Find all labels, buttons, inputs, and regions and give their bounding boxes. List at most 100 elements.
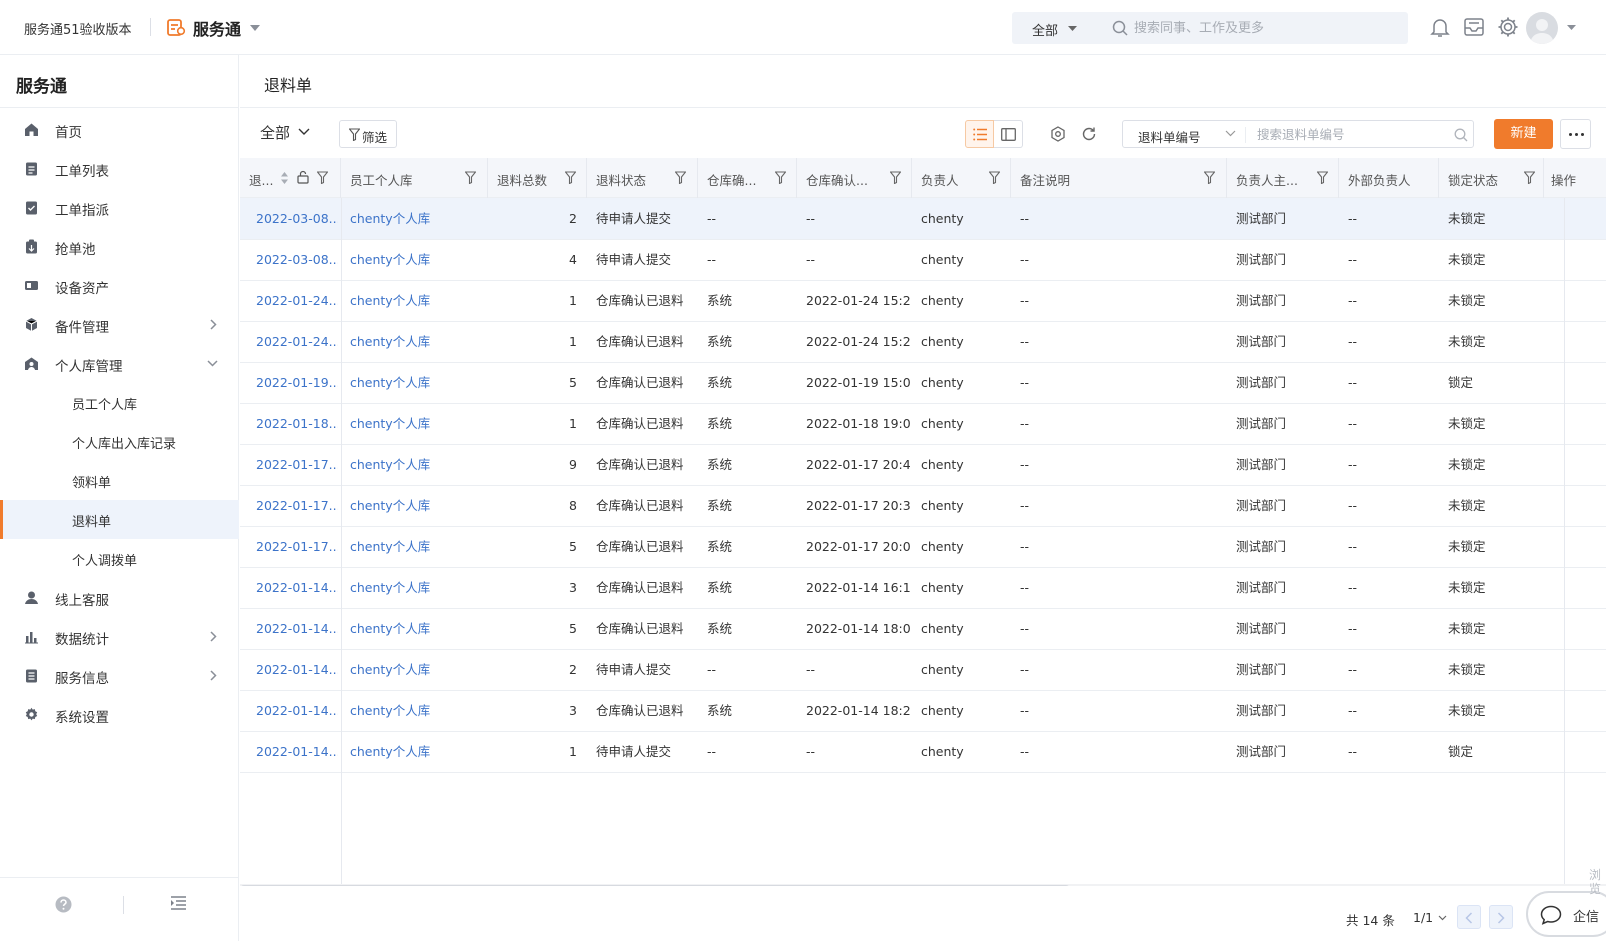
chevron-down-icon[interactable] bbox=[250, 25, 260, 31]
chevron-down-icon[interactable] bbox=[1567, 25, 1576, 30]
filter-icon[interactable] bbox=[317, 171, 328, 184]
column-header-external-owner[interactable]: 外部负责人 bbox=[1339, 158, 1439, 198]
table-row[interactable]: 2022-01-18... chenty个人库 1 仓库确认已退料 系统 202… bbox=[240, 403, 1606, 445]
avatar[interactable] bbox=[1526, 12, 1558, 44]
table-row[interactable]: 2022-03-08... chenty个人库 4 待申请人提交 -- -- c… bbox=[240, 239, 1606, 281]
filter-icon[interactable] bbox=[1317, 171, 1328, 184]
filter-icon[interactable] bbox=[675, 171, 686, 184]
settings-icon[interactable] bbox=[1050, 126, 1066, 142]
table-row[interactable]: 2022-01-14... chenty个人库 2 待申请人提交 -- -- c… bbox=[240, 649, 1606, 691]
table-row[interactable]: 2022-01-24... chenty个人库 1 仓库确认已退料 系统 202… bbox=[240, 321, 1606, 363]
gear-icon[interactable] bbox=[1497, 16, 1519, 38]
filter-icon[interactable] bbox=[1204, 171, 1215, 184]
cell-slip-no[interactable]: 2022-01-17... bbox=[256, 485, 338, 527]
cell-slip-no[interactable]: 2022-03-08... bbox=[256, 198, 338, 240]
cell-employee-warehouse[interactable]: chenty个人库 bbox=[350, 690, 480, 732]
search-scope[interactable]: 全部 bbox=[1032, 20, 1058, 39]
sidebar-item-inout-records[interactable]: 个人库出入库记录 bbox=[0, 422, 239, 461]
qixin-chat-button[interactable]: 企信 bbox=[1526, 891, 1606, 937]
sidebar-item-spare-parts[interactable]: 备件管理 bbox=[0, 305, 239, 344]
search-icon[interactable] bbox=[1454, 128, 1468, 142]
app-name[interactable]: 服务通 bbox=[193, 16, 241, 40]
filter-button[interactable]: 筛选 bbox=[339, 120, 397, 148]
cell-slip-no[interactable]: 2022-01-18... bbox=[256, 403, 338, 445]
table-row[interactable]: 2022-03-08... chenty个人库 2 待申请人提交 -- -- c… bbox=[240, 198, 1606, 240]
cell-employee-warehouse[interactable]: chenty个人库 bbox=[350, 321, 480, 363]
next-page-button[interactable] bbox=[1489, 905, 1513, 929]
table-row[interactable]: 2022-01-17... chenty个人库 8 仓库确认已退料 系统 202… bbox=[240, 485, 1606, 527]
cell-slip-no[interactable]: 2022-01-14... bbox=[256, 690, 338, 732]
table-row[interactable]: 2022-01-19... chenty个人库 5 仓库确认已退料 系统 202… bbox=[240, 362, 1606, 404]
more-button[interactable] bbox=[1560, 119, 1591, 149]
sidebar-item-system-settings[interactable]: 系统设置 bbox=[0, 695, 239, 734]
card-view-toggle[interactable] bbox=[994, 120, 1023, 148]
column-header-remarks[interactable]: 备注说明 bbox=[1011, 158, 1227, 198]
cell-slip-no[interactable]: 2022-01-24... bbox=[256, 321, 338, 363]
cell-employee-warehouse[interactable]: chenty个人库 bbox=[350, 485, 480, 527]
column-header-warehouse-confirmer[interactable]: 仓库确... bbox=[698, 158, 797, 198]
sidebar-item-ticket-assign[interactable]: 工单指派 bbox=[0, 188, 239, 227]
column-header-lock-status[interactable]: 锁定状态 bbox=[1439, 158, 1544, 198]
refresh-icon[interactable] bbox=[1081, 126, 1097, 142]
column-header-owner[interactable]: 负责人 bbox=[912, 158, 1011, 198]
cell-employee-warehouse[interactable]: chenty个人库 bbox=[350, 608, 480, 650]
collapse-sidebar-icon[interactable] bbox=[170, 895, 187, 911]
sidebar-item-return-slip[interactable]: 退料单 bbox=[0, 500, 239, 539]
cell-employee-warehouse[interactable]: chenty个人库 bbox=[350, 239, 480, 281]
cell-employee-warehouse[interactable]: chenty个人库 bbox=[350, 362, 480, 404]
cell-slip-no[interactable]: 2022-01-14... bbox=[256, 649, 338, 691]
pager-page-select[interactable]: 1/1 bbox=[1413, 910, 1433, 925]
chevron-down-icon[interactable] bbox=[1225, 130, 1236, 137]
search-input[interactable] bbox=[1257, 121, 1447, 147]
sidebar-item-employee-warehouse[interactable]: 员工个人库 bbox=[0, 383, 239, 422]
table-row[interactable]: 2022-01-14... chenty个人库 5 仓库确认已退料 系统 202… bbox=[240, 608, 1606, 650]
chevron-down-icon[interactable] bbox=[1438, 915, 1447, 921]
inbox-icon[interactable] bbox=[1463, 16, 1485, 38]
cell-slip-no[interactable]: 2022-01-14... bbox=[256, 567, 338, 609]
search-field-select[interactable]: 退料单编号 bbox=[1138, 127, 1201, 146]
sidebar-item-ticket-list[interactable]: 工单列表 bbox=[0, 149, 239, 188]
table-row[interactable]: 2022-01-14... chenty个人库 3 仓库确认已退料 系统 202… bbox=[240, 690, 1606, 732]
cell-employee-warehouse[interactable]: chenty个人库 bbox=[350, 403, 480, 445]
cell-slip-no[interactable]: 2022-01-14... bbox=[256, 731, 338, 773]
filter-icon[interactable] bbox=[1524, 171, 1535, 184]
side-float-text[interactable]: 浏览 bbox=[1589, 868, 1606, 896]
sidebar-item-device-assets[interactable]: 设备资产 bbox=[0, 266, 239, 305]
table-row[interactable]: 2022-01-14... chenty个人库 1 待申请人提交 -- -- c… bbox=[240, 731, 1606, 773]
chevron-down-icon[interactable] bbox=[1068, 26, 1077, 31]
cell-employee-warehouse[interactable]: chenty个人库 bbox=[350, 198, 480, 240]
prev-page-button[interactable] bbox=[1457, 905, 1481, 929]
filter-icon[interactable] bbox=[890, 171, 901, 184]
chevron-down-icon[interactable] bbox=[298, 128, 310, 136]
new-button[interactable]: 新建 bbox=[1494, 119, 1553, 149]
global-search-input[interactable] bbox=[1134, 12, 1394, 44]
cell-slip-no[interactable]: 2022-01-14... bbox=[256, 608, 338, 650]
sidebar-item-service-info[interactable]: 服务信息 bbox=[0, 656, 239, 695]
column-header-employee-warehouse[interactable]: 员工个人库 bbox=[341, 158, 488, 198]
cell-slip-no[interactable]: 2022-03-08... bbox=[256, 239, 338, 281]
column-header-return-status[interactable]: 退料状态 bbox=[587, 158, 698, 198]
column-header-slip-no[interactable]: 退... bbox=[240, 158, 341, 198]
bell-icon[interactable] bbox=[1429, 16, 1451, 38]
org-name[interactable]: 服务通51验收版本 bbox=[24, 19, 132, 38]
cell-slip-no[interactable]: 2022-01-19... bbox=[256, 362, 338, 404]
sidebar-item-data-stats[interactable]: 数据统计 bbox=[0, 617, 239, 656]
help-icon[interactable] bbox=[55, 896, 72, 913]
filter-icon[interactable] bbox=[775, 171, 786, 184]
table-row[interactable]: 2022-01-17... chenty个人库 9 仓库确认已退料 系统 202… bbox=[240, 444, 1606, 486]
cell-employee-warehouse[interactable]: chenty个人库 bbox=[350, 731, 480, 773]
sidebar-item-home[interactable]: 首页 bbox=[0, 110, 239, 149]
sidebar-item-transfer-slip[interactable]: 个人调拨单 bbox=[0, 539, 239, 578]
filter-icon[interactable] bbox=[989, 171, 1000, 184]
list-view-toggle[interactable] bbox=[965, 120, 994, 148]
cell-employee-warehouse[interactable]: chenty个人库 bbox=[350, 567, 480, 609]
cell-slip-no[interactable]: 2022-01-17... bbox=[256, 526, 338, 568]
list-scope-select[interactable]: 全部 bbox=[260, 122, 290, 143]
filter-icon[interactable] bbox=[565, 171, 576, 184]
sidebar-item-personal-warehouse[interactable]: 个人库管理 bbox=[0, 344, 239, 383]
column-header-warehouse-confirm-time[interactable]: 仓库确认... bbox=[797, 158, 912, 198]
cell-employee-warehouse[interactable]: chenty个人库 bbox=[350, 444, 480, 486]
cell-employee-warehouse[interactable]: chenty个人库 bbox=[350, 649, 480, 691]
sidebar-item-online-support[interactable]: 线上客服 bbox=[0, 578, 239, 617]
table-row[interactable]: 2022-01-14... chenty个人库 3 仓库确认已退料 系统 202… bbox=[240, 567, 1606, 609]
